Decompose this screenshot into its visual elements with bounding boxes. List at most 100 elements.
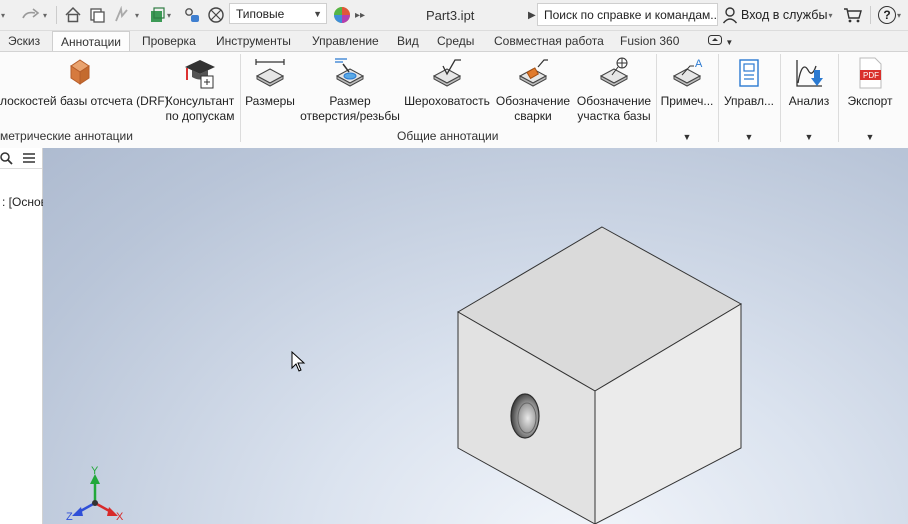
datum-target-label-line2: участка базы [577, 109, 651, 123]
double-chevron-right-icon: ▸▸ [355, 9, 366, 21]
dimension-icon [255, 59, 285, 87]
parameters-button[interactable] [183, 0, 201, 30]
color-override-button[interactable] [333, 0, 351, 30]
appearance-button[interactable]: ▾ [148, 0, 171, 30]
hole-thread-label-line1: Размер [329, 94, 371, 108]
svg-text:A: A [695, 58, 703, 70]
tab-annotate[interactable]: Аннотации [52, 31, 130, 52]
store-button[interactable] [843, 0, 863, 30]
pdf-icon: PDF [859, 57, 882, 89]
graduation-cap-icon [185, 60, 215, 89]
chevron-down-icon: ▾ [1, 10, 6, 20]
cube-part[interactable] [457, 226, 743, 524]
browser-representation-label[interactable]: : [Основ [2, 195, 47, 209]
threaded-hole[interactable] [510, 393, 540, 439]
hole-thread-icon [335, 58, 365, 87]
datum-target-label: Обозначение участка базы [574, 94, 654, 124]
consultant-label: Консультант по допускам [161, 94, 239, 124]
expand-toolbar-button[interactable]: ▸▸ [355, 0, 365, 30]
style-select-value: Типовые [236, 6, 285, 21]
update-button[interactable]: ▾ [112, 0, 139, 30]
document-title: Part3.ipt [426, 7, 475, 23]
datum-target-label-line1: Обозначение [576, 94, 652, 108]
color-wheel-icon [334, 7, 350, 23]
tab-environments[interactable]: Среды [429, 31, 482, 51]
help-button[interactable]: ? ▾ [878, 0, 901, 30]
menu-icon[interactable] [22, 152, 36, 164]
grid-sphere-icon [208, 7, 224, 23]
chevron-down-icon[interactable]: ▼ [657, 132, 717, 142]
chevron-down-icon[interactable]: ▼ [839, 132, 901, 142]
x-axis-label: X [116, 511, 124, 523]
ribbon-toggle-icon [708, 35, 722, 45]
svg-text:PDF: PDF [863, 71, 879, 80]
dimension-label: Размеры [245, 94, 295, 108]
redo-icon [22, 8, 40, 19]
search-expand-button[interactable]: ▶ [528, 0, 536, 30]
chevron-right-icon: ▶ [528, 9, 536, 21]
drf-label: лоскостей базы отсчета (DRF) [0, 94, 169, 108]
chevron-down-icon: ▾ [43, 10, 48, 20]
panel-title-general: Общие аннотации [397, 129, 499, 143]
manage-icon [739, 59, 759, 87]
divider [870, 6, 871, 24]
tab-tools[interactable]: Инструменты [208, 31, 299, 51]
browser-toolbar [0, 148, 42, 169]
help-icon: ? [878, 6, 896, 24]
undo-dropdown[interactable]: ▾ [0, 0, 5, 30]
tab-sketch[interactable]: Эскиз [0, 31, 48, 51]
tab-fusion-360[interactable]: Fusion 360 [612, 31, 687, 51]
sign-in-label: Вход в службы [741, 8, 828, 22]
ribbon-tab-bar: Эскиз Аннотации Проверка Инструменты Упр… [0, 31, 908, 52]
ribbon-display-toggle[interactable]: ▼ [700, 31, 741, 51]
chevron-down-icon: ▼ [725, 38, 734, 47]
home-button[interactable] [64, 0, 82, 30]
view-axis-triad: Y X Z [66, 465, 124, 523]
analysis-label: Анализ [788, 94, 830, 108]
material-ball-button[interactable] [207, 0, 225, 30]
note-label: Примеч... [660, 94, 714, 108]
hole-thread-label: Размер отверстия/резьбы [299, 94, 401, 124]
search-text: Поиск по справке и командам... [544, 7, 718, 22]
user-icon [722, 7, 738, 24]
consultant-label-line1: Консультант [165, 94, 235, 108]
chevron-down-icon: ▾ [828, 10, 833, 20]
help-search-input[interactable]: Поиск по справке и командам... [537, 3, 718, 26]
title-bar: ▾ ▾ ▾ ▾ Типовые ▼ ▸▸ Part3.ipt ▶ Поиск п… [0, 0, 908, 31]
surface-texture-label: Шероховатость [404, 94, 490, 108]
search-icon[interactable] [0, 151, 14, 165]
chevron-down-icon[interactable]: ▼ [719, 132, 779, 142]
model-canvas: Y X Z [66, 226, 743, 524]
graphics-viewport[interactable]: Y X Z [43, 148, 908, 524]
welding-label-line1: Обозначение [495, 94, 571, 108]
update-icon [115, 6, 128, 22]
manage-label: Управл... [723, 94, 775, 108]
open-button[interactable] [88, 0, 106, 30]
home-icon [65, 6, 81, 23]
y-axis-label: Y [91, 465, 99, 477]
redo-button[interactable]: ▾ [20, 0, 47, 30]
datum-target-icon [599, 57, 629, 87]
drf-axes-icon [70, 59, 90, 85]
consultant-label-line2: по допускам [165, 109, 235, 123]
chevron-down-icon: ▾ [135, 10, 140, 20]
model-browser: : [Основ [0, 148, 47, 524]
tab-manage[interactable]: Управление [304, 31, 387, 51]
tab-view[interactable]: Вид [389, 31, 427, 51]
z-axis-arrow [72, 507, 83, 516]
chevron-down-icon[interactable]: ▼ [781, 132, 837, 142]
panel-title-geometric: метрические аннотации [0, 129, 133, 143]
welding-label-line2: сварки [514, 109, 552, 123]
tab-collaborate[interactable]: Совместная работа [486, 31, 612, 51]
mouse-cursor-icon [291, 350, 306, 372]
analysis-icon [796, 60, 823, 87]
chevron-down-icon: ▾ [897, 10, 902, 20]
cart-icon [844, 8, 862, 23]
tab-inspect[interactable]: Проверка [134, 31, 204, 51]
chevron-down-icon: ▾ [167, 10, 172, 20]
style-select[interactable]: Типовые ▼ [229, 3, 327, 24]
divider [56, 6, 57, 24]
sign-in-button[interactable]: Вход в службы ▾ [722, 0, 832, 30]
axis-origin [92, 500, 98, 506]
open-folder-icon [90, 8, 105, 23]
